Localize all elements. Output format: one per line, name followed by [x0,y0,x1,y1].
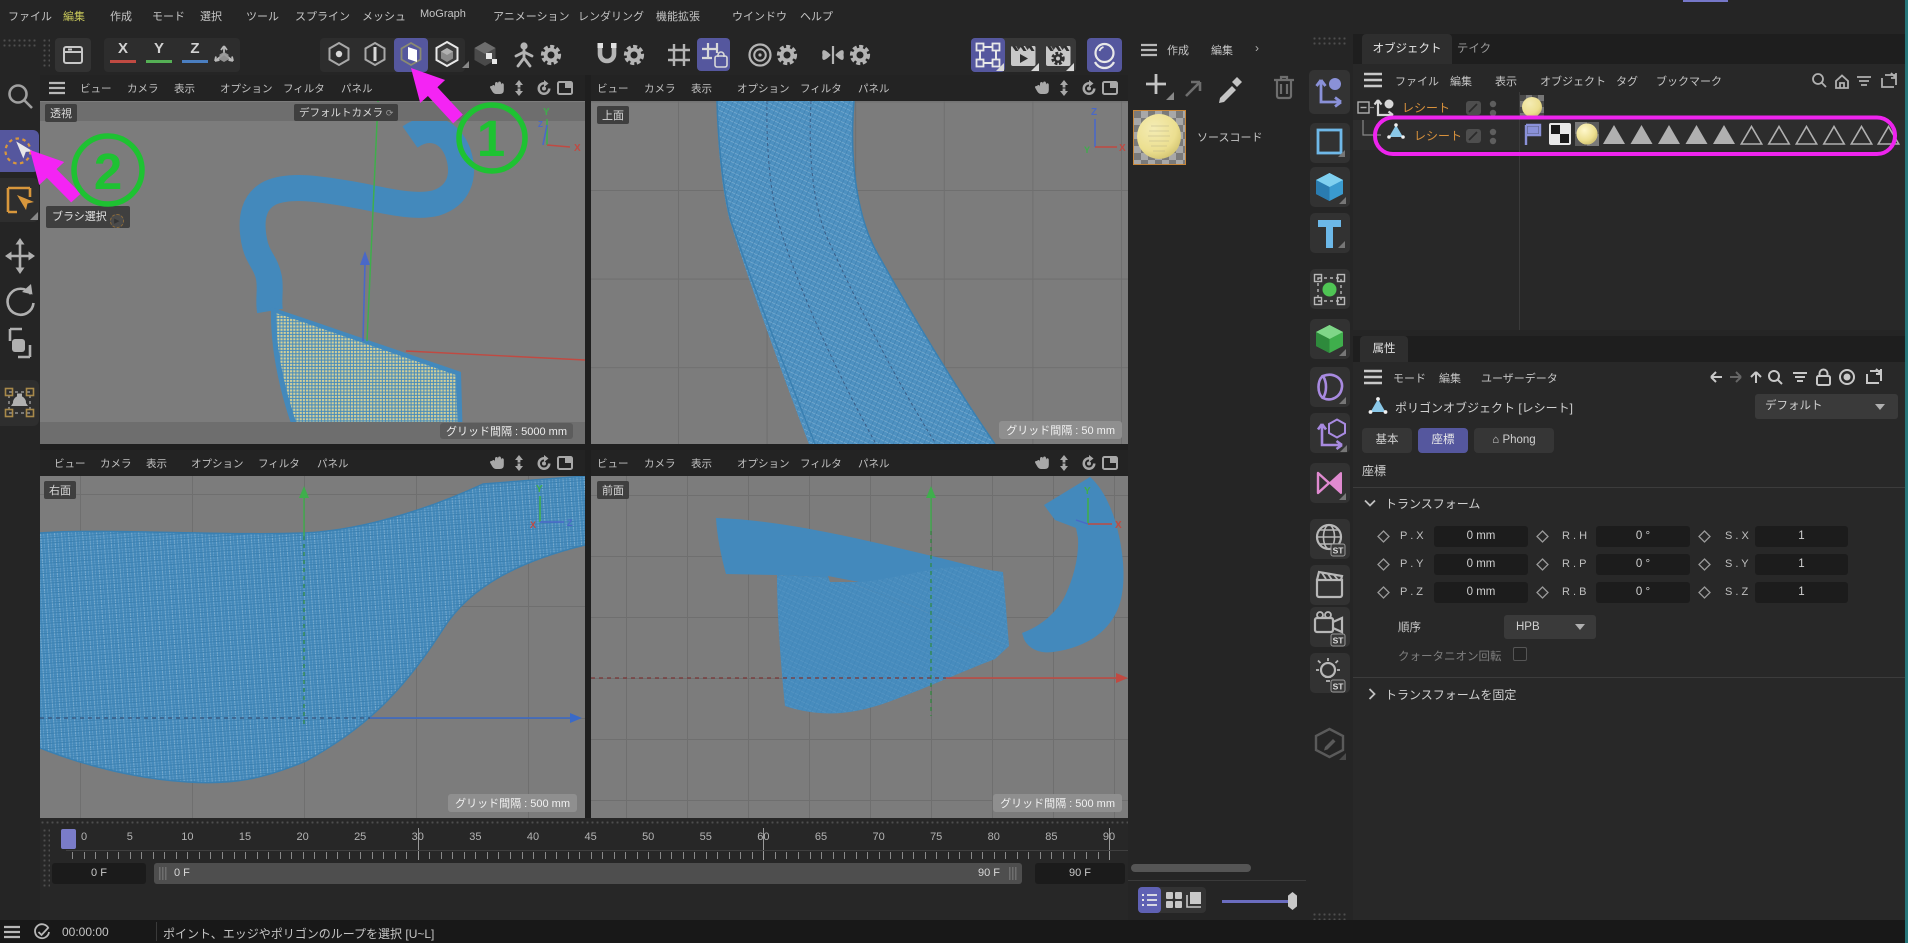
svg-text:Y: Y [1084,486,1091,497]
svg-text:X: X [574,143,581,154]
svg-text:Y: Y [543,107,550,118]
svg-text:Z: Z [538,120,543,129]
svg-text:ST: ST [1333,682,1345,692]
svg-text:X: X [530,520,536,530]
svg-text:ST: ST [1333,636,1345,646]
svg-text:Z: Z [1091,107,1097,118]
svg-text:Z: Z [567,518,573,528]
svg-text:X: X [1115,520,1122,531]
svg-text:X: X [1119,143,1126,154]
svg-text:Y: Y [536,484,543,495]
svg-text:Y: Y [1084,145,1090,155]
svg-text:ST: ST [1333,546,1345,556]
